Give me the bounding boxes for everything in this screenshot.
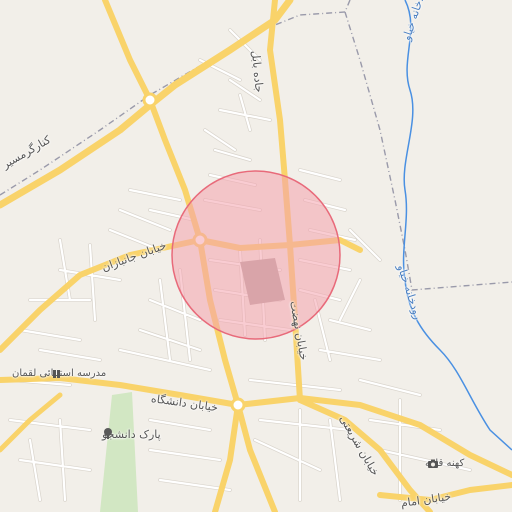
map-canvas[interactable]: جاده بابل کنارگرمسیر خیابان جانبازان خیا… — [0, 0, 512, 512]
roundabout-south — [230, 397, 246, 413]
tree-icon — [104, 428, 112, 439]
poi-park[interactable]: پارک دانشجو — [102, 428, 161, 441]
park-area — [100, 392, 138, 512]
school-icon — [53, 370, 60, 378]
poi-old-castle[interactable]: کهنه قلعه — [425, 458, 464, 469]
camera-icon — [428, 459, 438, 468]
poi-school[interactable]: مدرسه استثنائی لقمان — [12, 368, 106, 379]
roundabout-north — [142, 92, 158, 108]
river-khiav — [402, 0, 512, 451]
search-radius-circle[interactable] — [171, 170, 341, 340]
